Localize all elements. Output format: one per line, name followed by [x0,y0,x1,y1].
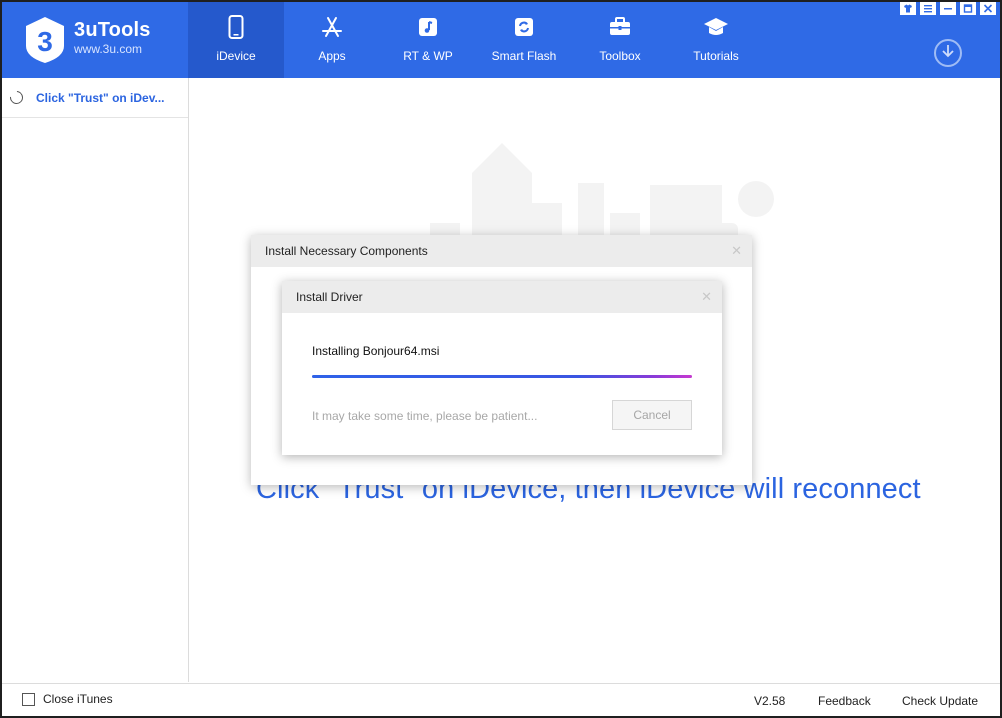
top-bar: 3 3uTools www.3u.com iDevice Apps RT & W… [2,2,1000,78]
brand: 3uTools www.3u.com [74,18,151,56]
close-button[interactable] [980,2,996,15]
install-progress-bar [312,375,692,378]
close-icon [983,2,993,18]
main-nav: iDevice Apps RT & WP Smart Flash Toolbox… [188,2,764,78]
progress-fill [312,375,692,378]
version-label: V2.58 [754,694,786,708]
dialog-header: Install Necessary Components ✕ [251,235,752,267]
check-update-link[interactable]: Check Update [902,694,978,708]
dialog-header: Install Driver ✕ [282,281,722,313]
dialog-title: Install Driver [296,290,363,304]
nav-label: Smart Flash [491,49,557,63]
window-controls [900,2,996,15]
dialog-body: Installing Bonjour64.msi It may take som… [282,313,722,455]
menu-button[interactable] [920,2,936,15]
app-store-icon [319,14,345,40]
phone-icon [223,14,249,40]
maximize-icon [963,2,973,18]
minimize-icon [943,2,953,18]
sidebar-item-label: Click "Trust" on iDev... [36,90,165,105]
nav-label: Apps [318,49,346,63]
close-itunes-checkbox[interactable] [22,692,35,706]
app-name: 3uTools [74,19,151,41]
close-icon[interactable]: ✕ [731,243,742,259]
nav-toolbox[interactable]: Toolbox [572,2,668,78]
music-icon [415,14,441,40]
install-driver-dialog: Install Driver ✕ Installing Bonjour64.ms… [282,281,722,455]
toolbox-icon [607,14,633,40]
sidebar-item-device[interactable]: Click "Trust" on iDev... [2,78,188,118]
patience-note: It may take some time, please be patient… [312,409,538,423]
refresh-icon [511,14,537,40]
nav-label: Toolbox [599,49,641,63]
nav-idevice[interactable]: iDevice [188,2,284,78]
feedback-link[interactable]: Feedback [818,694,871,708]
cancel-button[interactable]: Cancel [612,400,692,430]
arrow-down-icon [941,44,955,63]
shirt-icon [903,2,913,18]
3utools-logo-icon: 3 [24,16,66,64]
nav-label: RT & WP [403,49,453,63]
menu-icon [923,2,933,18]
close-icon[interactable]: ✕ [701,289,712,305]
graduation-cap-icon [703,14,729,40]
status-bar: Close iTunes V2.58 Feedback Check Update [2,683,1000,716]
download-button[interactable] [934,39,962,67]
maximize-button[interactable] [960,2,976,15]
nav-label: Tutorials [693,49,739,63]
nav-tutorials[interactable]: Tutorials [668,2,764,78]
nav-rt-wp[interactable]: RT & WP [380,2,476,78]
dialog-title: Install Necessary Components [265,244,428,258]
device-sidebar: Click "Trust" on iDev... [2,78,189,682]
nav-label: iDevice [216,49,256,63]
nav-apps[interactable]: Apps [284,2,380,78]
app-window: 3 3uTools www.3u.com iDevice Apps RT & W… [0,0,1002,718]
spinner-icon [7,88,26,107]
install-status-text: Installing Bonjour64.msi [312,344,440,358]
minimize-button[interactable] [940,2,956,15]
nav-smart-flash[interactable]: Smart Flash [476,2,572,78]
skin-button[interactable] [900,2,916,15]
svg-text:3: 3 [37,26,53,57]
close-itunes-option[interactable]: Close iTunes [22,692,113,706]
close-itunes-label: Close iTunes [43,692,113,706]
app-url: www.3u.com [74,42,143,56]
